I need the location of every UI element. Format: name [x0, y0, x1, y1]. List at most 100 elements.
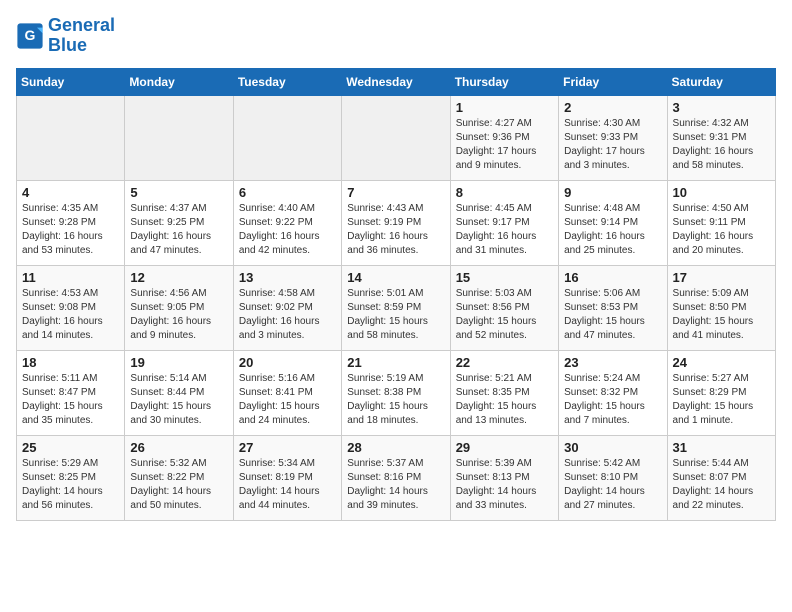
calendar-cell: 3 Sunrise: 4:32 AM Sunset: 9:31 PM Daylig…	[667, 95, 775, 180]
week-row-3: 11 Sunrise: 4:53 AM Sunset: 9:08 PM Dayli…	[17, 265, 776, 350]
day-number: 19	[130, 355, 227, 370]
day-info: Sunrise: 5:16 AM Sunset: 8:41 PM Dayligh…	[239, 372, 336, 428]
day-number: 3	[673, 100, 770, 115]
calendar-cell: 2 Sunrise: 4:30 AM Sunset: 9:33 PM Daylig…	[559, 95, 667, 180]
calendar-cell: 4 Sunrise: 4:35 AM Sunset: 9:28 PM Daylig…	[17, 180, 125, 265]
calendar-cell: 27Sunrise: 5:34 AM Sunset: 8:19 PM Dayli…	[233, 435, 341, 520]
day-number: 13	[239, 270, 336, 285]
calendar-cell: 24 Sunrise: 5:27 AM Sunset: 8:29 PM Dayli…	[667, 350, 775, 435]
day-number: 30	[564, 440, 661, 455]
day-number: 5	[130, 185, 227, 200]
day-number: 31	[673, 440, 770, 455]
day-number: 22	[456, 355, 553, 370]
calendar-cell: 16 Sunrise: 5:06 AM Sunset: 8:53 PM Dayli…	[559, 265, 667, 350]
day-info: Sunrise: 5:14 AM Sunset: 8:44 PM Dayligh…	[130, 372, 227, 428]
calendar-cell: 8 Sunrise: 4:45 AM Sunset: 9:17 PM Daylig…	[450, 180, 558, 265]
day-info: Sunrise: 5:06 AM Sunset: 8:53 PM Dayligh…	[564, 287, 661, 343]
day-info: Sunrise: 4:48 AM Sunset: 9:14 PM Dayligh…	[564, 202, 661, 258]
calendar-cell: 17 Sunrise: 5:09 AM Sunset: 8:50 PM Dayli…	[667, 265, 775, 350]
calendar-cell	[342, 95, 450, 180]
calendar-cell: 7Sunrise: 4:43 AM Sunset: 9:19 PM Daylig…	[342, 180, 450, 265]
week-row-4: 18Sunrise: 5:11 AM Sunset: 8:47 PM Dayli…	[17, 350, 776, 435]
day-number: 9	[564, 185, 661, 200]
day-info: Sunrise: 4:58 AM Sunset: 9:02 PM Dayligh…	[239, 287, 336, 343]
calendar-cell: 13 Sunrise: 4:58 AM Sunset: 9:02 PM Dayli…	[233, 265, 341, 350]
day-number: 24	[673, 355, 770, 370]
day-info: Sunrise: 5:21 AM Sunset: 8:35 PM Dayligh…	[456, 372, 553, 428]
calendar-cell: 1Sunrise: 4:27 AM Sunset: 9:36 PM Daylig…	[450, 95, 558, 180]
day-number: 4	[22, 185, 119, 200]
weekday-header-wednesday: Wednesday	[342, 68, 450, 95]
calendar-cell: 12Sunrise: 4:56 AM Sunset: 9:05 PM Dayli…	[125, 265, 233, 350]
day-number: 6	[239, 185, 336, 200]
day-info: Sunrise: 5:03 AM Sunset: 8:56 PM Dayligh…	[456, 287, 553, 343]
day-info: Sunrise: 5:09 AM Sunset: 8:50 PM Dayligh…	[673, 287, 770, 343]
calendar-cell: 18Sunrise: 5:11 AM Sunset: 8:47 PM Dayli…	[17, 350, 125, 435]
day-info: Sunrise: 5:19 AM Sunset: 8:38 PM Dayligh…	[347, 372, 444, 428]
day-number: 17	[673, 270, 770, 285]
weekday-header-saturday: Saturday	[667, 68, 775, 95]
calendar-cell: 30 Sunrise: 5:42 AM Sunset: 8:10 PM Dayli…	[559, 435, 667, 520]
day-number: 11	[22, 270, 119, 285]
day-number: 25	[22, 440, 119, 455]
day-info: Sunrise: 5:37 AM Sunset: 8:16 PM Dayligh…	[347, 457, 444, 513]
week-row-2: 4 Sunrise: 4:35 AM Sunset: 9:28 PM Daylig…	[17, 180, 776, 265]
day-number: 21	[347, 355, 444, 370]
weekday-header-thursday: Thursday	[450, 68, 558, 95]
day-number: 7	[347, 185, 444, 200]
logo-line2: Blue	[48, 36, 115, 56]
day-info: Sunrise: 4:40 AM Sunset: 9:22 PM Dayligh…	[239, 202, 336, 258]
calendar-cell: 20 Sunrise: 5:16 AM Sunset: 8:41 PM Dayli…	[233, 350, 341, 435]
day-number: 28	[347, 440, 444, 455]
day-info: Sunrise: 5:24 AM Sunset: 8:32 PM Dayligh…	[564, 372, 661, 428]
day-info: Sunrise: 4:32 AM Sunset: 9:31 PM Dayligh…	[673, 117, 770, 173]
logo: G General Blue	[16, 16, 115, 56]
week-row-1: 1Sunrise: 4:27 AM Sunset: 9:36 PM Daylig…	[17, 95, 776, 180]
day-info: Sunrise: 4:45 AM Sunset: 9:17 PM Dayligh…	[456, 202, 553, 258]
day-number: 20	[239, 355, 336, 370]
day-number: 8	[456, 185, 553, 200]
day-number: 26	[130, 440, 227, 455]
calendar-cell	[125, 95, 233, 180]
day-number: 15	[456, 270, 553, 285]
week-row-5: 25 Sunrise: 5:29 AM Sunset: 8:25 PM Dayli…	[17, 435, 776, 520]
day-info: Sunrise: 4:30 AM Sunset: 9:33 PM Dayligh…	[564, 117, 661, 173]
weekday-header-sunday: Sunday	[17, 68, 125, 95]
calendar-cell: 23Sunrise: 5:24 AM Sunset: 8:32 PM Dayli…	[559, 350, 667, 435]
day-info: Sunrise: 5:42 AM Sunset: 8:10 PM Dayligh…	[564, 457, 661, 513]
calendar-cell: 5 Sunrise: 4:37 AM Sunset: 9:25 PM Daylig…	[125, 180, 233, 265]
day-number: 2	[564, 100, 661, 115]
calendar-cell	[233, 95, 341, 180]
calendar-cell: 15 Sunrise: 5:03 AM Sunset: 8:56 PM Dayli…	[450, 265, 558, 350]
calendar-cell: 19 Sunrise: 5:14 AM Sunset: 8:44 PM Dayli…	[125, 350, 233, 435]
day-info: Sunrise: 4:50 AM Sunset: 9:11 PM Dayligh…	[673, 202, 770, 258]
day-number: 16	[564, 270, 661, 285]
day-number: 27	[239, 440, 336, 455]
day-info: Sunrise: 5:01 AM Sunset: 8:59 PM Dayligh…	[347, 287, 444, 343]
day-number: 18	[22, 355, 119, 370]
calendar-table: SundayMondayTuesdayWednesdayThursdayFrid…	[16, 68, 776, 521]
weekday-header-tuesday: Tuesday	[233, 68, 341, 95]
calendar-cell: 6 Sunrise: 4:40 AM Sunset: 9:22 PM Daylig…	[233, 180, 341, 265]
day-info: Sunrise: 4:37 AM Sunset: 9:25 PM Dayligh…	[130, 202, 227, 258]
calendar-cell	[17, 95, 125, 180]
calendar-cell: 31Sunrise: 5:44 AM Sunset: 8:07 PM Dayli…	[667, 435, 775, 520]
day-info: Sunrise: 4:53 AM Sunset: 9:08 PM Dayligh…	[22, 287, 119, 343]
calendar-cell: 21 Sunrise: 5:19 AM Sunset: 8:38 PM Dayli…	[342, 350, 450, 435]
day-number: 29	[456, 440, 553, 455]
weekday-header-friday: Friday	[559, 68, 667, 95]
day-info: Sunrise: 4:27 AM Sunset: 9:36 PM Dayligh…	[456, 117, 553, 173]
day-info: Sunrise: 5:27 AM Sunset: 8:29 PM Dayligh…	[673, 372, 770, 428]
day-info: Sunrise: 5:32 AM Sunset: 8:22 PM Dayligh…	[130, 457, 227, 513]
calendar-cell: 29 Sunrise: 5:39 AM Sunset: 8:13 PM Dayli…	[450, 435, 558, 520]
weekday-header-row: SundayMondayTuesdayWednesdayThursdayFrid…	[17, 68, 776, 95]
logo-icon: G	[16, 22, 44, 50]
calendar-cell: 11 Sunrise: 4:53 AM Sunset: 9:08 PM Dayli…	[17, 265, 125, 350]
day-info: Sunrise: 5:39 AM Sunset: 8:13 PM Dayligh…	[456, 457, 553, 513]
calendar-cell: 28 Sunrise: 5:37 AM Sunset: 8:16 PM Dayli…	[342, 435, 450, 520]
day-info: Sunrise: 4:35 AM Sunset: 9:28 PM Dayligh…	[22, 202, 119, 258]
day-info: Sunrise: 5:29 AM Sunset: 8:25 PM Dayligh…	[22, 457, 119, 513]
day-number: 10	[673, 185, 770, 200]
calendar-cell: 9 Sunrise: 4:48 AM Sunset: 9:14 PM Daylig…	[559, 180, 667, 265]
logo-line1: General	[48, 16, 115, 36]
